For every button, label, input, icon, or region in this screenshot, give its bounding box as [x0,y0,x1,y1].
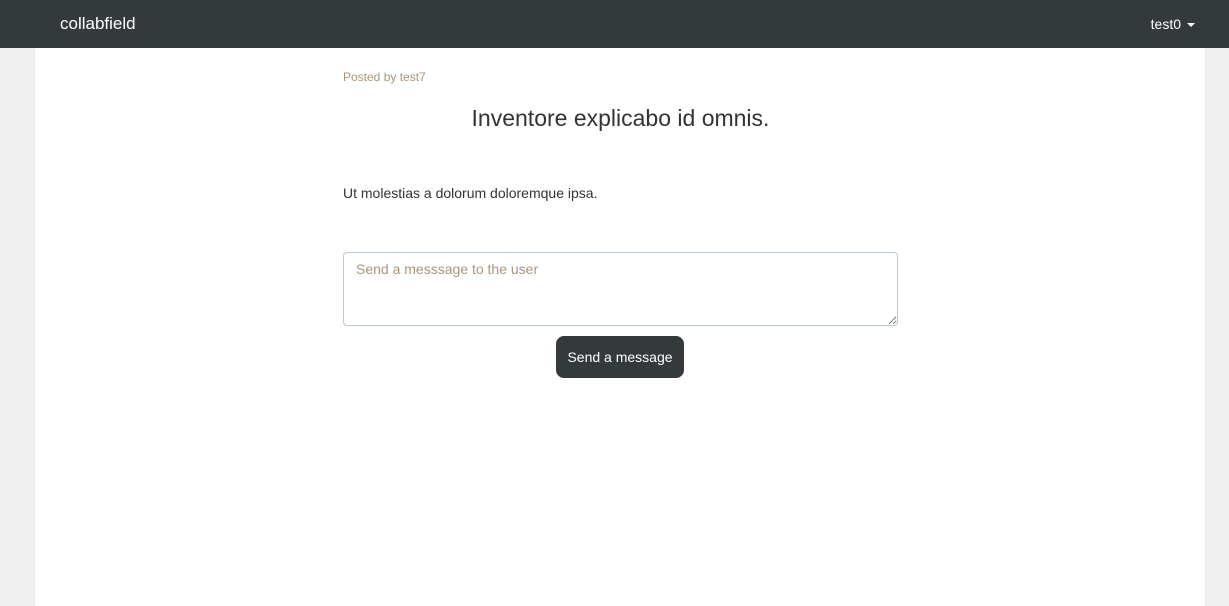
main-container: Posted by test7 Inventore explicabo id o… [35,48,1205,606]
post-body: Ut molestias a dolorum doloremque ipsa. [343,185,598,201]
user-menu-dropdown[interactable]: test0 [1151,16,1195,32]
caret-down-icon [1187,23,1195,27]
posted-by-text: Posted by test7 [343,70,426,84]
navbar: collabfield test0 [0,0,1229,48]
brand-link[interactable]: collabfield [60,14,136,34]
message-textarea[interactable] [343,252,898,326]
post-title: Inventore explicabo id omnis. [471,105,770,131]
user-menu-label: test0 [1150,16,1181,32]
send-message-button[interactable]: Send a message [556,336,684,378]
